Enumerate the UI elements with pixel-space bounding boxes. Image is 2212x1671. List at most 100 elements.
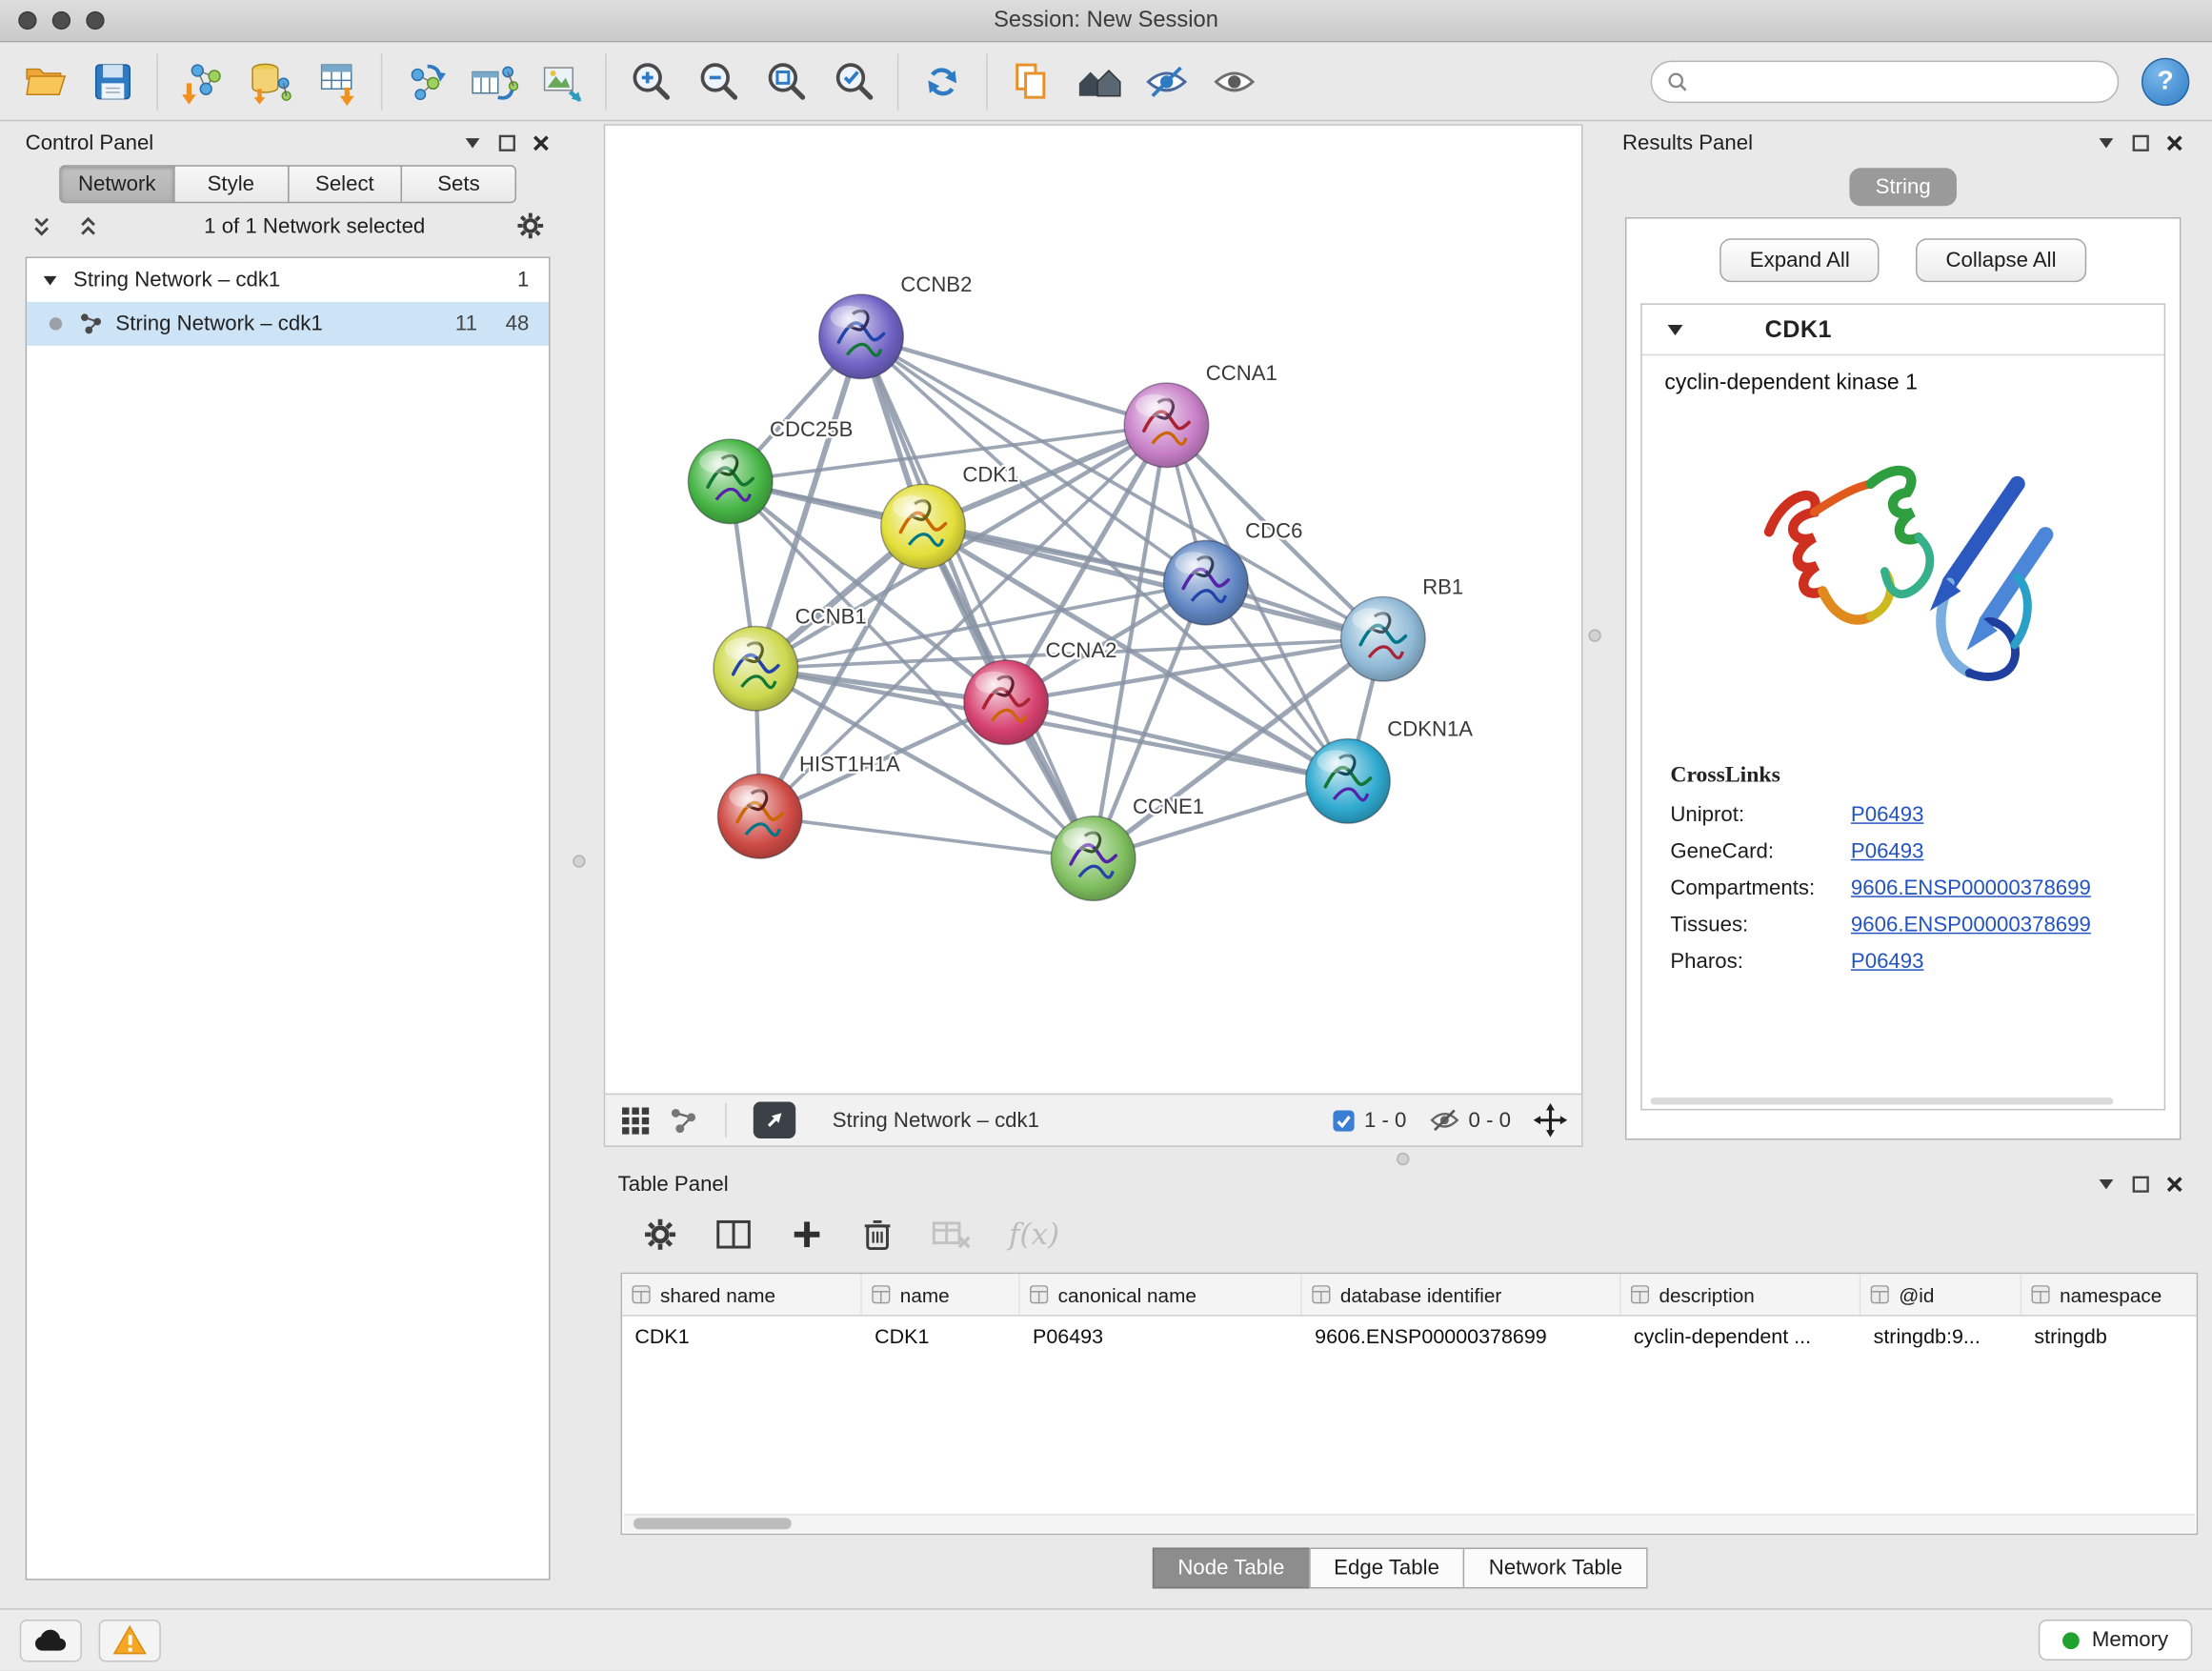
network-node-ccna1[interactable]: CCNA1 [1124, 361, 1277, 468]
memory-button[interactable]: Memory [2039, 1620, 2193, 1661]
grid-view-icon[interactable] [619, 1105, 651, 1137]
panel-menu-icon[interactable] [2097, 1174, 2117, 1194]
table-cell[interactable]: cyclin-dependent ... [1621, 1326, 1861, 1349]
warnings-button[interactable] [99, 1619, 161, 1661]
column-header-namespace[interactable]: namespace [2021, 1274, 2198, 1315]
results-scrollbar[interactable] [1651, 1097, 2114, 1104]
delete-table-icon[interactable] [931, 1218, 970, 1252]
help-button[interactable]: ? [2142, 57, 2189, 105]
export-image-button[interactable] [528, 49, 595, 113]
open-in-new-window-button[interactable] [754, 1102, 795, 1139]
close-window-button[interactable] [18, 11, 36, 30]
column-header-shared-name[interactable]: shared name [622, 1274, 862, 1315]
function-builder-button[interactable]: f(x) [1009, 1218, 1059, 1252]
panel-close-icon[interactable] [2165, 133, 2183, 151]
panel-float-icon[interactable] [2132, 1175, 2150, 1193]
table-settings-gear-icon[interactable] [643, 1218, 677, 1252]
tab-string[interactable]: String [1850, 168, 1956, 206]
network-edge[interactable] [760, 816, 1094, 858]
panel-float-icon[interactable] [2132, 133, 2150, 151]
zoom-out-button[interactable] [684, 49, 752, 113]
column-header-description[interactable]: description [1621, 1274, 1861, 1315]
network-row-selected[interactable]: String Network – cdk1 11 48 [27, 302, 549, 346]
splitter-handle[interactable] [1397, 1153, 1409, 1165]
collapse-all-icon[interactable] [31, 215, 52, 236]
search-input[interactable] [1699, 70, 2103, 92]
create-column-plus-icon[interactable] [790, 1218, 824, 1252]
network-node-cdk1[interactable]: CDK1 [881, 462, 1019, 569]
table-row[interactable]: CDK1CDK1P064939606.ENSP00000378699cyclin… [622, 1317, 2197, 1359]
tab-network[interactable]: Network [59, 165, 174, 203]
panel-close-icon[interactable] [2165, 1175, 2183, 1193]
network-node-hist1h1a[interactable]: HIST1H1A [717, 753, 900, 859]
panel-float-icon[interactable] [498, 133, 516, 151]
cloud-button[interactable] [20, 1619, 82, 1661]
hidden-eye-slash-icon[interactable] [1429, 1107, 1460, 1133]
import-network-file-button[interactable] [168, 49, 235, 113]
hide-selection-button[interactable] [1133, 49, 1200, 113]
column-header-id[interactable]: @id [1860, 1274, 2021, 1315]
home-overview-button[interactable] [1065, 49, 1133, 113]
expand-all-button[interactable]: Expand All [1720, 238, 1880, 282]
table-cell[interactable]: CDK1 [622, 1326, 862, 1349]
table-cell[interactable]: P06493 [1020, 1326, 1302, 1349]
network-node-ccnb1[interactable]: CCNB1 [714, 605, 867, 712]
import-network-database-button[interactable] [235, 49, 303, 113]
network-options-gear-icon[interactable] [516, 211, 545, 240]
table-hscrollbar[interactable] [624, 1514, 2196, 1532]
show-all-button[interactable] [1200, 49, 1268, 113]
network-edge[interactable] [861, 336, 1166, 425]
panel-close-icon[interactable] [532, 133, 550, 151]
open-session-button[interactable] [11, 49, 79, 113]
network-canvas[interactable]: CCNB2CCNA1CDC25BCDK1CDC6RB1CCNB1CCNA2CDK… [605, 126, 1581, 1094]
network-node-ccne1[interactable]: CCNE1 [1051, 795, 1204, 901]
gene-collapse-icon[interactable] [1664, 319, 1685, 340]
gene-header[interactable]: CDK1 [1642, 305, 2164, 355]
tab-select[interactable]: Select [287, 165, 402, 203]
zoom-window-button[interactable] [86, 11, 104, 30]
crosslink-link[interactable]: P06493 [1851, 803, 1924, 827]
pan-crosshair-icon[interactable] [1534, 1103, 1568, 1137]
tab-node-table[interactable]: Node Table [1153, 1548, 1310, 1589]
tab-sets[interactable]: Sets [401, 165, 516, 203]
scrollbar-thumb[interactable] [633, 1518, 792, 1529]
table-cell[interactable]: CDK1 [862, 1326, 1020, 1349]
minimize-window-button[interactable] [52, 11, 70, 30]
show-columns-icon[interactable] [715, 1218, 753, 1252]
tab-edge-table[interactable]: Edge Table [1309, 1548, 1465, 1589]
delete-column-trash-icon[interactable] [862, 1218, 894, 1252]
table-cell[interactable]: 9606.ENSP00000378699 [1302, 1326, 1621, 1349]
copy-document-button[interactable] [997, 49, 1065, 113]
crosslink-link[interactable]: P06493 [1851, 950, 1924, 974]
zoom-fit-button[interactable] [752, 49, 819, 113]
crosslink-link[interactable]: 9606.ENSP00000378699 [1851, 913, 2091, 936]
share-view-icon[interactable] [667, 1105, 698, 1137]
column-header-canonical-name[interactable]: canonical name [1020, 1274, 1302, 1315]
network-from-table-button[interactable] [460, 49, 528, 113]
panel-menu-icon[interactable] [463, 132, 483, 152]
collapse-all-button[interactable]: Collapse All [1916, 238, 2085, 282]
import-table-button[interactable] [303, 49, 371, 113]
crosslink-link[interactable]: 9606.ENSP00000378699 [1851, 876, 2091, 900]
table-cell[interactable]: stringdb:9... [1860, 1326, 2021, 1349]
splitter-handle[interactable] [1588, 629, 1600, 641]
network-edge[interactable] [1006, 702, 1348, 781]
zoom-in-button[interactable] [616, 49, 684, 113]
column-header-name[interactable]: name [862, 1274, 1020, 1315]
save-session-button[interactable] [79, 49, 147, 113]
expand-all-icon[interactable] [77, 215, 98, 236]
refresh-button[interactable] [909, 49, 976, 113]
table-cell[interactable]: stringdb [2021, 1326, 2198, 1349]
network-edge[interactable] [861, 336, 1094, 858]
tab-network-table[interactable]: Network Table [1463, 1548, 1648, 1589]
network-node-cdkn1a[interactable]: CDKN1A [1306, 717, 1474, 824]
column-header-database-identifier[interactable]: database identifier [1302, 1274, 1621, 1315]
selected-checkbox-icon[interactable] [1332, 1108, 1356, 1132]
network-collection-row[interactable]: String Network – cdk1 1 [27, 258, 549, 302]
splitter-handle[interactable] [573, 855, 585, 867]
zoom-selected-button[interactable] [819, 49, 887, 113]
tab-style[interactable]: Style [173, 165, 289, 203]
network-node-rb1[interactable]: RB1 [1341, 574, 1464, 681]
new-network-button[interactable] [392, 49, 460, 113]
crosslink-link[interactable]: P06493 [1851, 839, 1924, 863]
